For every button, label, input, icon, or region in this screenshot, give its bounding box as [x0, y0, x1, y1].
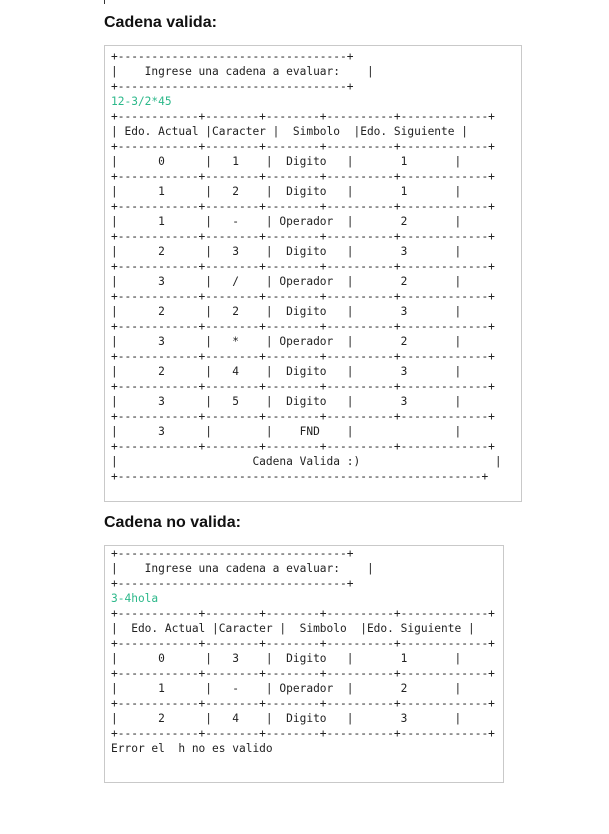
console-line: +------------+--------+--------+--------…	[111, 230, 495, 243]
console-line: +------------+--------+--------+--------…	[111, 200, 495, 213]
console-line: +----------------------------------+	[111, 50, 354, 63]
console-line: +------------+--------+--------+--------…	[111, 727, 495, 740]
console-line: +----------------------------------+	[111, 577, 354, 590]
console-line: +------------+--------+--------+--------…	[111, 350, 495, 363]
console-line: +------------+--------+--------+--------…	[111, 697, 495, 710]
console-line: | Ingrese una cadena a evaluar: |	[111, 65, 374, 78]
console-line: | 2 | 4 | Digito | 3 |	[111, 712, 462, 725]
invalid-output-box: +----------------------------------+ | In…	[104, 545, 504, 783]
console-line: | 0 | 1 | Digito | 1 |	[111, 155, 462, 168]
console-line: | 2 | 3 | Digito | 3 |	[111, 245, 462, 258]
console-line: +------------+--------+--------+--------…	[111, 140, 495, 153]
console-line: | 2 | 4 | Digito | 3 |	[111, 365, 462, 378]
invalid-heading: Cadena no valida:	[104, 514, 241, 531]
valid-console-output: +----------------------------------+ | In…	[111, 49, 502, 484]
console-line: | Edo. Actual |Caracter | Simbolo |Edo. …	[111, 125, 468, 138]
console-line: | 3 | | FND | |	[111, 425, 462, 438]
valid-heading: Cadena valida:	[104, 14, 217, 31]
console-line: +------------+--------+--------+--------…	[111, 637, 495, 650]
console-line: | 1 | 2 | Digito | 1 |	[111, 185, 462, 198]
console-line: | Ingrese una cadena a evaluar: |	[111, 562, 374, 575]
console-line: +------------+--------+--------+--------…	[111, 260, 495, 273]
invalid-console-output: +----------------------------------+ | In…	[111, 546, 495, 756]
valid-output-box: +----------------------------------+ | In…	[104, 45, 522, 502]
console-line: +------------+--------+--------+--------…	[111, 380, 495, 393]
console-line: +------------+--------+--------+--------…	[111, 440, 495, 453]
console-line: +------------+--------+--------+--------…	[111, 667, 495, 680]
console-line: | 3 | 5 | Digito | 3 |	[111, 395, 462, 408]
console-line: | 2 | 2 | Digito | 3 |	[111, 305, 462, 318]
console-line: | Cadena Valida :) |	[111, 455, 502, 468]
console-line: +------------+--------+--------+--------…	[111, 410, 495, 423]
console-line: +---------------------------------------…	[111, 470, 489, 483]
console-line: | Edo. Actual |Caracter | Simbolo |Edo. …	[111, 622, 475, 635]
console-line: +------------+--------+--------+--------…	[111, 110, 495, 123]
console-line: +------------+--------+--------+--------…	[111, 290, 495, 303]
console-line: | 3 | / | Operador | 2 |	[111, 275, 462, 288]
entered-string: 3-4hola	[111, 592, 159, 605]
console-line: | 0 | 3 | Digito | 1 |	[111, 652, 462, 665]
console-line: | 1 | - | Operador | 2 |	[111, 682, 462, 695]
console-line: +------------+--------+--------+--------…	[111, 607, 495, 620]
console-line: +----------------------------------+	[111, 547, 354, 560]
console-line: | 1 | - | Operador | 2 |	[111, 215, 462, 228]
entered-string: 12-3/2*45	[111, 95, 172, 108]
console-line: +------------+--------+--------+--------…	[111, 170, 495, 183]
console-line: +------------+--------+--------+--------…	[111, 320, 495, 333]
console-line: +----------------------------------+	[111, 80, 354, 93]
console-line: Error el h no es valido	[111, 742, 273, 755]
top-tick-mark	[104, 0, 105, 4]
console-line: | 3 | * | Operador | 2 |	[111, 335, 462, 348]
